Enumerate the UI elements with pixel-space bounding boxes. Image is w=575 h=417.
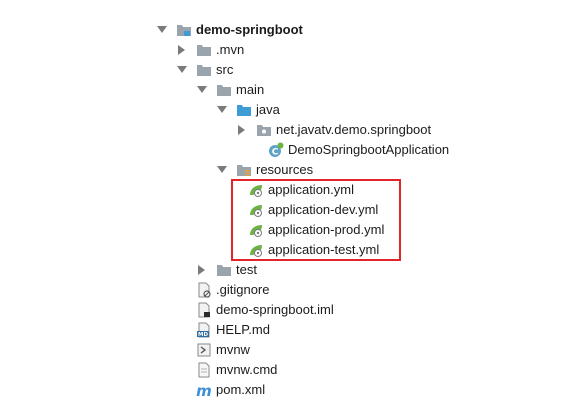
folder-label: src xyxy=(216,62,234,77)
project-name: demo-springboot xyxy=(196,22,303,37)
chevron-down-icon[interactable] xyxy=(216,164,228,176)
chevron-down-icon[interactable] xyxy=(156,24,168,36)
project-tree: demo-springboot .mvn src main java net.j… xyxy=(0,0,575,417)
folder-icon xyxy=(196,62,212,78)
source-folder-icon xyxy=(236,102,252,118)
highlight-box xyxy=(231,179,401,261)
tree-node-pom[interactable]: m pom.xml xyxy=(196,380,265,400)
package-label: net.javatv.demo.springboot xyxy=(276,122,432,137)
file-label: .gitignore xyxy=(216,282,270,297)
file-label: pom.xml xyxy=(216,382,266,397)
folder-label: java xyxy=(256,102,280,117)
file-label: HELP.md xyxy=(216,322,270,337)
tree-node-mvnw[interactable]: mvnw xyxy=(196,340,250,360)
tree-node-project[interactable]: demo-springboot xyxy=(156,20,303,40)
folder-icon xyxy=(196,42,212,58)
tree-node-resources[interactable]: resources xyxy=(216,160,313,180)
tree-node-test[interactable]: test xyxy=(196,260,257,280)
tree-node-src[interactable]: src xyxy=(176,60,233,80)
folder-label: .mvn xyxy=(216,42,245,57)
chevron-down-icon[interactable] xyxy=(216,104,228,116)
file-label: mvnw xyxy=(216,342,250,357)
tree-node-iml[interactable]: demo-springboot.iml xyxy=(196,300,334,320)
tree-node-gitignore[interactable]: .gitignore xyxy=(196,280,269,300)
chevron-right-icon[interactable] xyxy=(176,44,188,56)
tree-node-app-class[interactable]: C DemoSpringbootApplication xyxy=(268,140,449,160)
tree-node-java[interactable]: java xyxy=(216,100,280,120)
resources-folder-icon xyxy=(236,162,252,178)
svg-text:C: C xyxy=(272,148,279,158)
file-label: mvnw.cmd xyxy=(216,362,278,377)
file-label: demo-springboot.iml xyxy=(216,302,334,317)
folder-label: resources xyxy=(256,162,314,177)
folder-icon xyxy=(216,262,232,278)
chevron-right-icon[interactable] xyxy=(236,124,248,136)
folder-label: main xyxy=(236,82,265,97)
package-icon xyxy=(256,122,272,138)
svg-text:m: m xyxy=(196,382,212,398)
folder-label: test xyxy=(236,262,257,277)
text-file-icon xyxy=(196,362,212,378)
spring-class-icon: C xyxy=(268,142,284,158)
tree-node-help[interactable]: MD HELP.md xyxy=(196,320,270,340)
tree-node-package[interactable]: net.javatv.demo.springboot xyxy=(236,120,431,140)
markdown-icon: MD xyxy=(196,322,212,338)
module-folder-icon xyxy=(176,22,192,38)
module-file-icon xyxy=(196,302,212,318)
script-file-icon xyxy=(196,342,212,358)
chevron-down-icon[interactable] xyxy=(176,64,188,76)
folder-icon xyxy=(216,82,232,98)
tree-node-mvn[interactable]: .mvn xyxy=(176,40,244,60)
chevron-right-icon[interactable] xyxy=(196,264,208,276)
tree-node-main[interactable]: main xyxy=(196,80,264,100)
tree-node-mvnw-cmd[interactable]: mvnw.cmd xyxy=(196,360,277,380)
class-label: DemoSpringbootApplication xyxy=(288,142,450,157)
chevron-down-icon[interactable] xyxy=(196,84,208,96)
svg-text:MD: MD xyxy=(198,332,208,338)
ignore-file-icon xyxy=(196,282,212,298)
maven-icon: m xyxy=(196,382,212,398)
